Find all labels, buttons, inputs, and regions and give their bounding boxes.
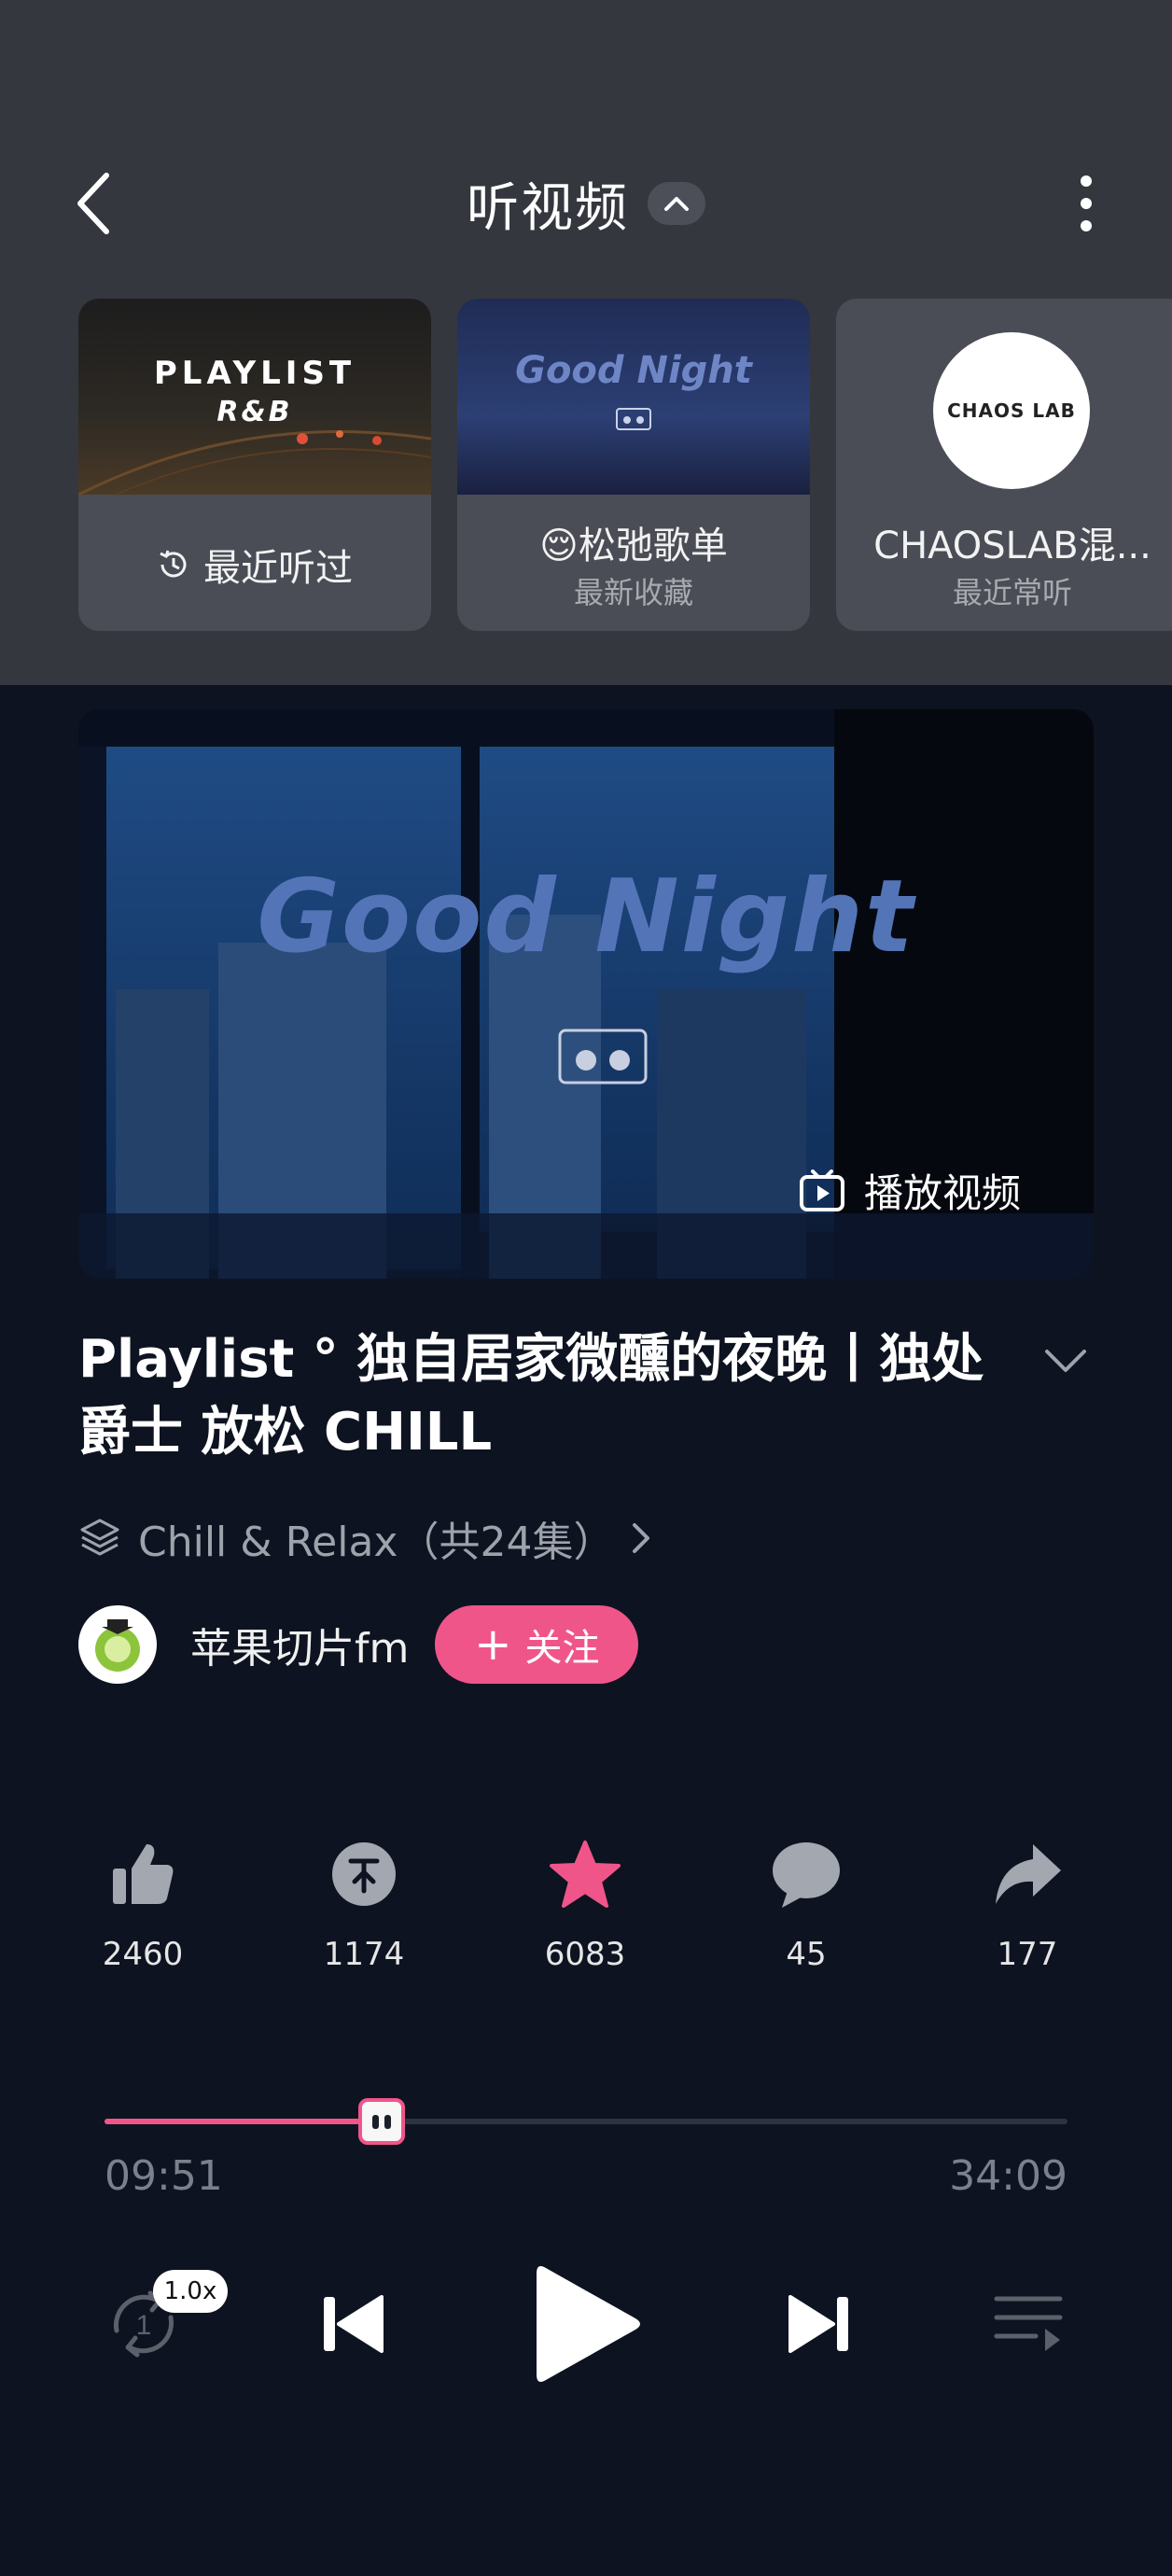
card-thumbnail: Good Night: [457, 299, 810, 495]
progress-fill: [105, 2119, 383, 2124]
collection-label: Chill & Relax（共24集）: [138, 1519, 615, 1566]
total-time: 34:09: [949, 2152, 1067, 2200]
previous-button[interactable]: [306, 2277, 399, 2371]
next-button[interactable]: [773, 2277, 866, 2371]
card-label: 最近听过: [203, 547, 353, 590]
author-name[interactable]: 苹果切片fm: [190, 1615, 409, 1674]
thumbs-up-icon: [113, 1844, 174, 1904]
video-overlay-title: Good Night: [257, 859, 915, 975]
cassette-icon: [558, 1029, 648, 1085]
play-icon: [537, 2266, 640, 2382]
favorite-count: 6083: [544, 1936, 626, 1973]
card-label: 😌松弛歌单: [539, 525, 728, 567]
author-row: 苹果切片fm + 关注: [78, 1603, 639, 1686]
recent-cards: PLAYLIST R&B 最近听过 Good Night 😌松弛歌单 最新收藏 …: [78, 299, 1172, 631]
like-count: 2460: [102, 1936, 184, 1973]
more-button[interactable]: [1049, 166, 1123, 241]
collection-link[interactable]: Chill & Relax（共24集）: [78, 1510, 651, 1566]
thumb-line-2: R&B: [216, 396, 293, 428]
card-label-wrap: 最近听过: [78, 538, 431, 592]
star-icon: [550, 1841, 621, 1908]
card-label: CHAOSLAB混...: [873, 525, 1151, 567]
author-avatar[interactable]: [78, 1605, 157, 1684]
skip-previous-icon: [324, 2295, 384, 2353]
chevron-right-icon: [633, 1523, 650, 1553]
skip-next-icon: [788, 2295, 848, 2353]
expand-description-button[interactable]: [1038, 1333, 1094, 1389]
card-sublabel: 最新收藏: [573, 575, 693, 610]
card-recently-played[interactable]: PLAYLIST R&B 最近听过: [78, 299, 431, 631]
speed-badge[interactable]: 1.0x: [153, 2270, 228, 2313]
progress-handle[interactable]: [358, 2098, 406, 2145]
cassette-icon: [616, 408, 651, 430]
chevron-up-icon: [664, 197, 689, 211]
page-title: 听视频: [467, 177, 629, 239]
title-area[interactable]: 听视频: [0, 166, 1172, 241]
chevron-down-icon: [1045, 1350, 1086, 1372]
coin-count: 1174: [323, 1936, 405, 1973]
card-chaoslab[interactable]: CHAOS LAB CHAOSLAB混... 最近常听: [836, 299, 1172, 631]
follow-button[interactable]: + 关注: [435, 1605, 639, 1684]
share-button[interactable]: 177: [957, 1837, 1097, 1973]
play-button[interactable]: [511, 2249, 661, 2399]
layers-icon: [80, 1519, 119, 1556]
comment-count: 45: [786, 1936, 827, 1973]
collapse-toggle[interactable]: [648, 182, 705, 225]
more-vertical-icon: [1081, 175, 1092, 231]
card-thumbnail: PLAYLIST R&B: [78, 299, 431, 495]
chaoslab-logo: CHAOS LAB: [933, 332, 1090, 489]
card-relax-playlist[interactable]: Good Night 😌松弛歌单 最新收藏: [457, 299, 810, 631]
playlist-button[interactable]: [982, 2277, 1075, 2371]
comment-button[interactable]: 45: [736, 1837, 876, 1973]
share-count: 177: [997, 1936, 1058, 1973]
video-cover[interactable]: Good Night 播放视频: [78, 709, 1094, 1279]
header: 听视频: [0, 140, 1172, 271]
playlist-icon: [994, 2296, 1063, 2351]
like-button[interactable]: 2460: [73, 1837, 213, 1973]
follow-label: 关注: [524, 1627, 600, 1670]
card-sublabel: 最近常听: [952, 575, 1072, 610]
coin-button[interactable]: 1174: [294, 1837, 434, 1973]
history-icon: [160, 550, 187, 578]
coin-icon: [332, 1842, 396, 1906]
play-video-button[interactable]: 播放视频: [799, 1162, 1021, 1219]
thumb-title: Good Night: [515, 349, 752, 392]
progress-bar[interactable]: [105, 2098, 1067, 2145]
current-time: 09:51: [105, 2152, 223, 2200]
plus-icon: +: [474, 1618, 512, 1671]
comment-icon: [773, 1842, 840, 1908]
episode-title: Playlist ° 独自居家微醺的夜晚丨独处 爵士 放松 CHILL: [78, 1329, 984, 1463]
thumb-line-1: PLAYLIST: [153, 355, 356, 392]
play-video-label: 播放视频: [863, 1170, 1021, 1216]
action-bar: 2460 1174 6083 45 177: [0, 1837, 1172, 2005]
apple-avatar-icon: [95, 1619, 140, 1672]
share-icon: [996, 1844, 1061, 1904]
svg-text:1: 1: [136, 2310, 152, 2341]
favorite-button[interactable]: 6083: [515, 1837, 655, 1973]
tv-play-icon: [799, 1169, 844, 1211]
